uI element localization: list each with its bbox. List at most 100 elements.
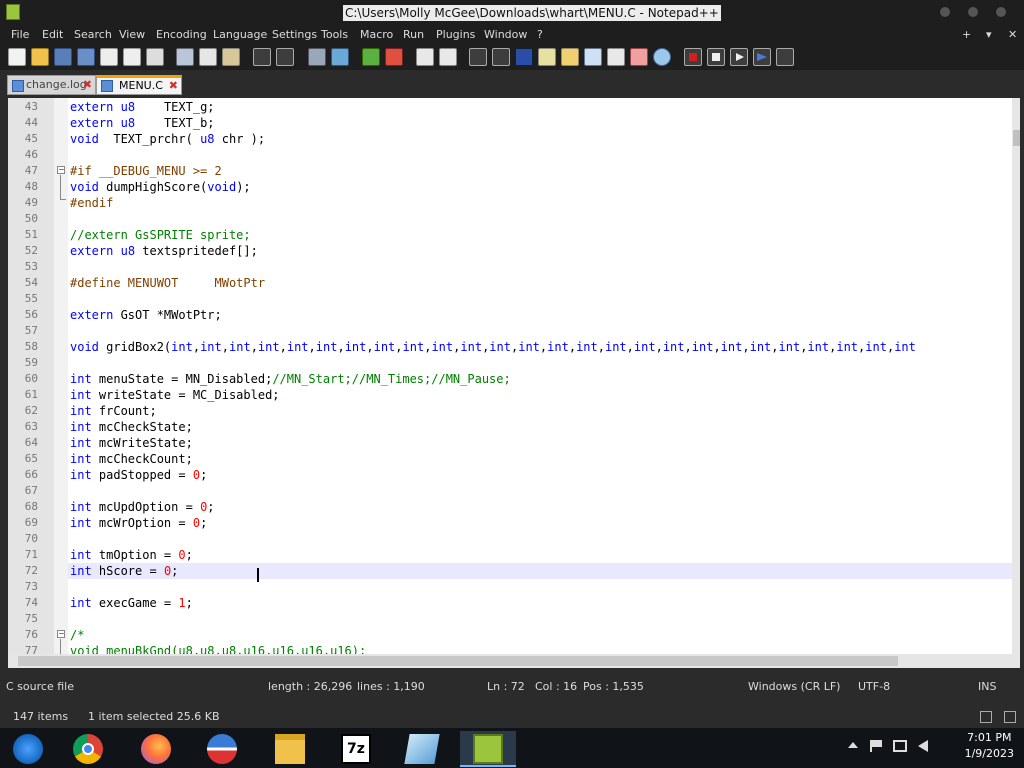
undo-icon[interactable] (253, 48, 271, 66)
code-line[interactable]: #endif (70, 195, 113, 211)
system-clock[interactable]: 7:01 PM 1/9/2023 (965, 730, 1014, 762)
code-line[interactable]: int mcWriteState; (70, 435, 193, 451)
code-line[interactable]: void menuBkGnd(u8,u8,u8,u16,u16,u16,u16)… (70, 643, 366, 654)
user-lang-icon[interactable] (538, 48, 556, 66)
record-macro-icon[interactable] (684, 48, 702, 66)
volume-icon[interactable] (918, 740, 928, 752)
code-line[interactable]: int writeState = MC_Disabled; (70, 387, 280, 403)
monitor-icon[interactable] (653, 48, 671, 66)
editor-area[interactable]: − − 43 44 45 46 47 48 49 50 51 52 53 54 … (8, 98, 1020, 654)
clipboard-history-icon[interactable] (630, 48, 648, 66)
close-window-button[interactable] (996, 7, 1006, 17)
menu-view[interactable]: View (119, 28, 145, 42)
code-line[interactable]: int frCount; (70, 403, 157, 419)
menu-edit[interactable]: Edit (42, 28, 63, 42)
doc-map-icon[interactable] (561, 48, 579, 66)
code-line[interactable]: int mcWrOption = 0; (70, 515, 207, 531)
save-icon[interactable] (54, 48, 72, 66)
replace-icon[interactable] (331, 48, 349, 66)
menu-settings[interactable]: Settings (272, 28, 317, 42)
code-line[interactable]: int mcCheckState; (70, 419, 193, 435)
details-view-icon[interactable] (980, 711, 992, 723)
word-wrap-icon[interactable] (469, 48, 487, 66)
zoom-in-icon[interactable] (362, 48, 380, 66)
menu-file[interactable]: File (11, 28, 29, 42)
tab-menu-c[interactable]: MENU.C ✖ (96, 75, 182, 95)
print-icon[interactable] (146, 48, 164, 66)
taskbar-firefox[interactable] (128, 731, 184, 767)
all-chars-icon[interactable] (492, 48, 510, 66)
menu-help[interactable]: ? (537, 28, 543, 42)
code-line[interactable]: void dumpHighScore(void); (70, 179, 251, 195)
code-line[interactable]: extern u8 TEXT_g; (70, 99, 215, 115)
tab-list-button[interactable]: ▾ (986, 28, 992, 42)
function-list-icon[interactable] (584, 48, 602, 66)
network-icon[interactable] (893, 740, 907, 752)
close-tab-icon[interactable]: ✖ (169, 78, 178, 93)
code-line[interactable]: int tmOption = 0; (70, 547, 193, 563)
code-line[interactable]: int mcCheckCount; (70, 451, 193, 467)
code-line[interactable]: //extern GsSPRITE sprite; (70, 227, 251, 243)
start-button[interactable] (0, 731, 56, 767)
menu-language[interactable]: Language (213, 28, 267, 42)
notepadpp-icon[interactable] (6, 4, 20, 20)
status-eol[interactable]: Windows (CR LF) (748, 680, 840, 693)
menu-macro[interactable]: Macro (360, 28, 393, 42)
code-line[interactable]: #define MENUWOT MWotPtr (70, 275, 265, 291)
action-center-flag-icon[interactable] (870, 740, 882, 752)
fold-toggle-icon[interactable]: − (57, 166, 65, 174)
folder-workspace-icon[interactable] (607, 48, 625, 66)
vertical-scroll-thumb[interactable] (1013, 130, 1020, 146)
sync-v-icon[interactable] (416, 48, 434, 66)
close-doc-button[interactable]: ✕ (1008, 28, 1017, 42)
close-icon[interactable] (100, 48, 118, 66)
code-line[interactable]: int execGame = 1; (70, 595, 193, 611)
status-encoding[interactable]: UTF-8 (858, 680, 890, 693)
cut-icon[interactable] (176, 48, 194, 66)
taskbar-7zip[interactable]: 7z (328, 731, 384, 767)
menu-search[interactable]: Search (74, 28, 112, 42)
maximize-button[interactable] (968, 7, 978, 17)
menu-encoding[interactable]: Encoding (156, 28, 207, 42)
taskbar-chrome[interactable] (60, 731, 116, 767)
fold-toggle-icon[interactable]: − (57, 630, 65, 638)
paste-icon[interactable] (222, 48, 240, 66)
zoom-out-icon[interactable] (385, 48, 403, 66)
taskbar-notepadpp[interactable] (460, 731, 516, 767)
stop-macro-icon[interactable] (707, 48, 725, 66)
code-line[interactable]: void TEXT_prchr( u8 chr ); (70, 131, 265, 147)
horizontal-scroll-thumb[interactable] (18, 656, 898, 666)
copy-icon[interactable] (199, 48, 217, 66)
menu-plugins[interactable]: Plugins (436, 28, 475, 42)
new-tab-button[interactable]: + (962, 28, 971, 42)
taskbar-file-explorer[interactable] (262, 731, 318, 767)
show-hidden-icons-icon[interactable] (848, 742, 858, 748)
code-line[interactable]: void gridBox2(int,int,int,int,int,int,in… (70, 339, 916, 355)
code-line[interactable]: extern GsOT *MWotPtr; (70, 307, 222, 323)
code-line[interactable]: int padStopped = 0; (70, 467, 207, 483)
vertical-scrollbar[interactable] (1012, 98, 1020, 654)
code-line[interactable]: #if __DEBUG_MENU >= 2 (70, 163, 222, 179)
code-line[interactable]: int menuState = MN_Disabled;//MN_Start;/… (70, 371, 511, 387)
run-multiple-icon[interactable] (753, 48, 771, 66)
code-line[interactable]: /* (70, 627, 84, 643)
close-all-icon[interactable] (123, 48, 141, 66)
menu-run[interactable]: Run (403, 28, 424, 42)
menu-tools[interactable]: Tools (321, 28, 348, 42)
status-mode[interactable]: INS (978, 680, 996, 693)
fold-margin[interactable] (54, 98, 68, 654)
menu-window[interactable]: Window (484, 28, 527, 42)
close-tab-icon[interactable]: ✖ (83, 76, 92, 94)
code-line[interactable]: extern u8 textspritedef[]; (70, 243, 258, 259)
taskbar-opera-globe[interactable] (194, 731, 250, 767)
play-macro-icon[interactable] (730, 48, 748, 66)
minimize-button[interactable] (940, 7, 950, 17)
open-icon[interactable] (31, 48, 49, 66)
redo-icon[interactable] (276, 48, 294, 66)
sync-h-icon[interactable] (439, 48, 457, 66)
tiles-view-icon[interactable] (1004, 711, 1016, 723)
save-all-icon[interactable] (77, 48, 95, 66)
tab-change-log[interactable]: change.log ✖ (7, 75, 96, 95)
code-line[interactable]: int hScore = 0; (70, 563, 178, 579)
code-line[interactable]: extern u8 TEXT_b; (70, 115, 215, 131)
